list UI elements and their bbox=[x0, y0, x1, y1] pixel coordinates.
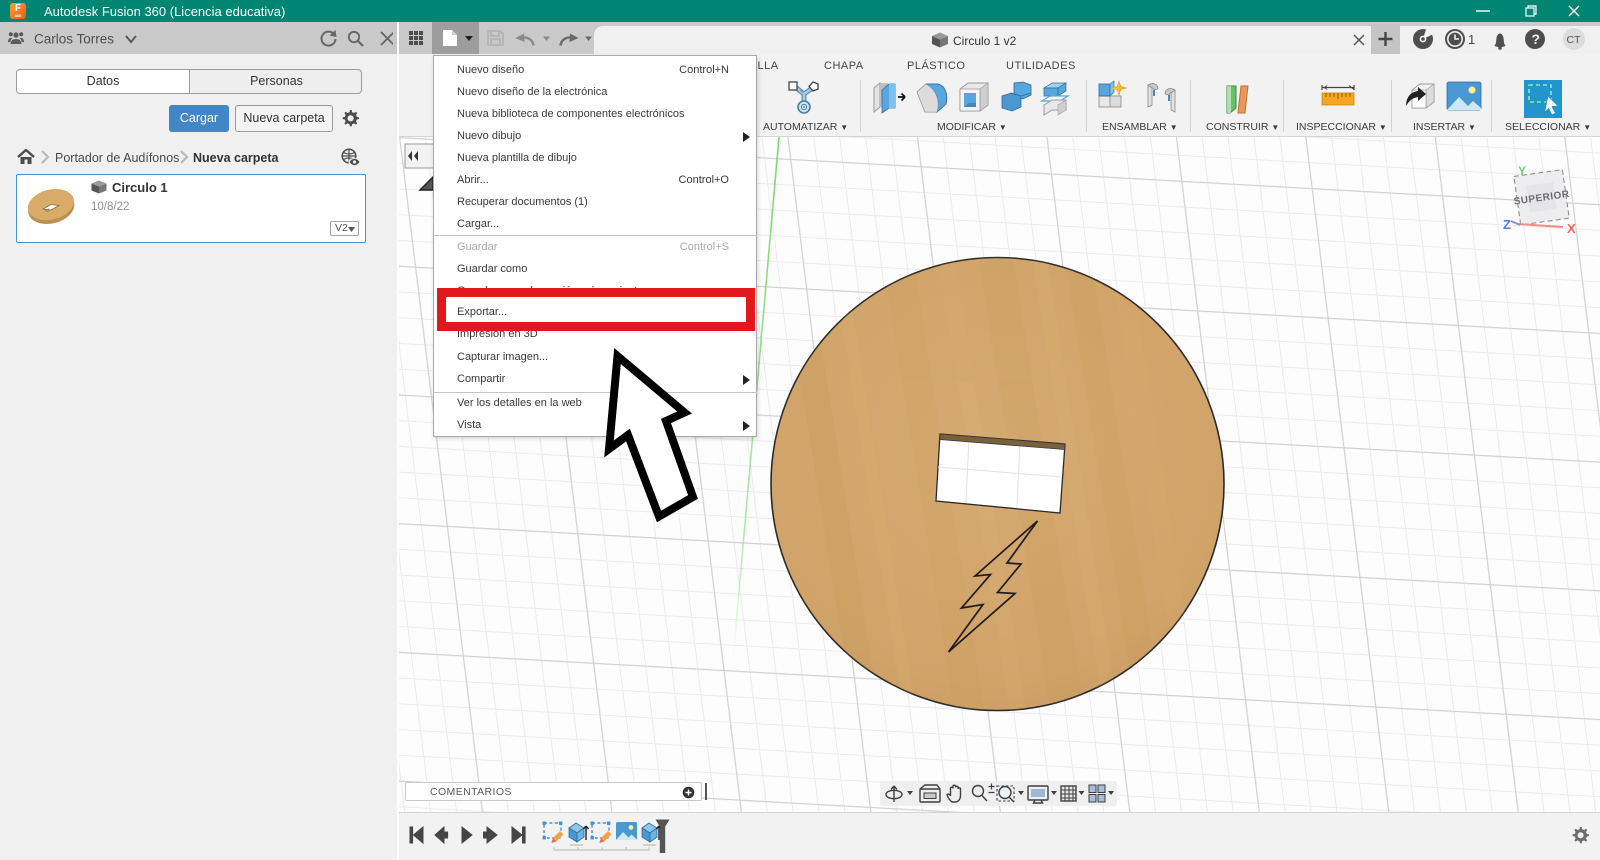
svg-text:?: ? bbox=[1532, 31, 1541, 47]
svg-text:CT: CT bbox=[1567, 34, 1582, 46]
svg-text:Z: Z bbox=[1503, 217, 1511, 232]
svg-text:X: X bbox=[1567, 221, 1576, 236]
svg-text:1: 1 bbox=[1468, 32, 1475, 47]
svg-text:Carlos Torres: Carlos Torres bbox=[34, 32, 114, 47]
svg-text:Y: Y bbox=[1518, 164, 1526, 178]
